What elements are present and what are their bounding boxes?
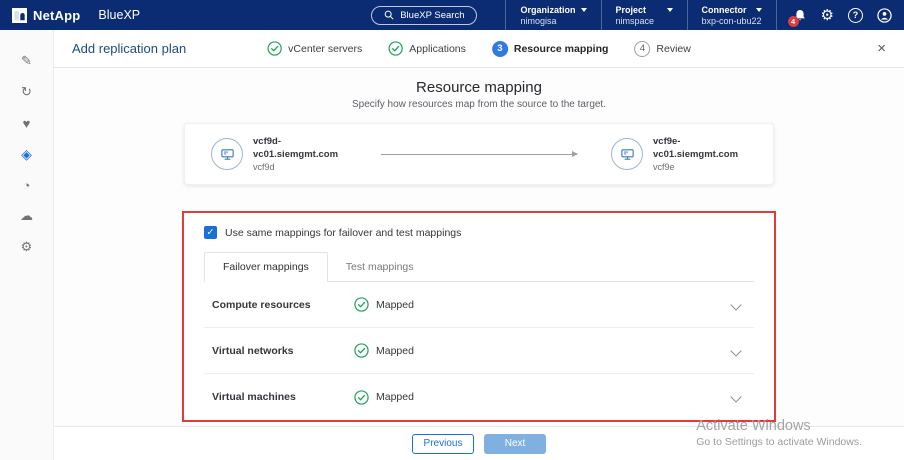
same-mappings-checkbox[interactable]: ✓	[204, 226, 217, 239]
main-area: Add replication plan vCenter servers App…	[54, 30, 904, 460]
mappings-tabs: Failover mappings Test mappings	[204, 252, 754, 282]
row-compute-resources[interactable]: Compute resources Mapped	[204, 282, 754, 328]
wizard-content: Resource mapping Specify how resources m…	[54, 68, 904, 426]
step-label: vCenter servers	[288, 43, 362, 55]
same-mappings-label: Use same mappings for failover and test …	[225, 227, 461, 239]
row-status: Mapped	[354, 343, 414, 358]
status-text: Mapped	[376, 299, 414, 311]
netapp-logo-icon	[12, 8, 27, 23]
project-value: nimspace	[616, 16, 673, 26]
organization-label: Organization	[520, 5, 575, 15]
tab-failover-mappings[interactable]: Failover mappings	[204, 252, 328, 282]
user-avatar-icon[interactable]	[877, 8, 892, 23]
next-button[interactable]: Next	[484, 434, 546, 454]
step-vcenter-servers[interactable]: vCenter servers	[267, 41, 362, 56]
step-complete-icon	[388, 41, 403, 56]
target-sub: vcf9e	[653, 162, 747, 172]
mapped-check-icon	[354, 343, 369, 358]
mappings-panel: ✓ Use same mappings for failover and tes…	[182, 211, 776, 422]
step-complete-icon	[267, 41, 282, 56]
notifications-button[interactable]: 4	[793, 8, 807, 23]
row-virtual-machines[interactable]: Virtual machines Mapped	[204, 374, 754, 420]
chevron-down-icon	[581, 8, 587, 12]
bluexp-search[interactable]: BlueXP Search	[371, 6, 477, 25]
protection-icon[interactable]: ◈	[18, 145, 36, 163]
row-label: Virtual networks	[212, 345, 354, 357]
row-status: Mapped	[354, 390, 414, 405]
target-name: vcf9e-vc01.siemgmt.com	[653, 136, 747, 161]
right-arrow-icon	[381, 154, 577, 155]
step-applications[interactable]: Applications	[388, 41, 466, 56]
step-number-icon: 4	[634, 41, 650, 57]
brand: NetApp BlueXP	[12, 8, 140, 23]
step-label: Review	[656, 43, 690, 55]
search-label: BlueXP Search	[400, 10, 464, 21]
settings-icon[interactable]: ⚙	[18, 238, 36, 256]
mapped-check-icon	[354, 297, 369, 312]
top-icons: 4 ⚙ ?	[793, 8, 892, 23]
step-label: Resource mapping	[514, 43, 609, 55]
previous-button[interactable]: Previous	[412, 434, 474, 454]
same-mappings-row: ✓ Use same mappings for failover and tes…	[204, 226, 754, 239]
timeline-icon[interactable]: ◔	[18, 176, 36, 194]
project-label: Project	[616, 5, 647, 15]
help-icon[interactable]: ?	[848, 8, 863, 23]
settings-gear-icon[interactable]: ⚙	[821, 8, 834, 23]
source-sub: vcf9d	[253, 162, 347, 172]
wizard-stepper: vCenter servers Applications 3 Resource …	[267, 41, 691, 57]
organization-value: nimogisa	[520, 16, 586, 26]
step-review[interactable]: 4 Review	[634, 41, 690, 57]
chevron-down-icon	[667, 8, 673, 12]
chevron-down-icon[interactable]	[730, 391, 741, 402]
project-selector[interactable]: Project nimspace	[601, 0, 687, 30]
health-icon[interactable]: ♥	[18, 114, 36, 132]
row-virtual-networks[interactable]: Virtual networks Mapped	[204, 328, 754, 374]
brand-product: BlueXP	[98, 8, 140, 22]
status-text: Mapped	[376, 345, 414, 357]
mapped-check-icon	[354, 390, 369, 405]
step-number-icon: 3	[492, 41, 508, 57]
status-text: Mapped	[376, 391, 414, 403]
organization-selector[interactable]: Organization nimogisa	[505, 0, 600, 30]
chevron-down-icon[interactable]	[730, 345, 741, 356]
source-endpoint: vcf9d-vc01.siemgmt.com vcf9d	[211, 136, 347, 172]
connector-label: Connector	[702, 5, 747, 15]
source-target-card: vcf9d-vc01.siemgmt.com vcf9d vcf9e-vc01.…	[184, 123, 774, 185]
row-label: Virtual machines	[212, 391, 354, 403]
left-nav-sidebar: ✎ ↻ ♥ ◈ ◔ ☁ ⚙	[0, 30, 54, 460]
chevron-down-icon[interactable]	[730, 299, 741, 310]
connector-value: bxp-con-ubu22	[702, 16, 762, 26]
chevron-down-icon	[756, 8, 762, 12]
cloud-icon[interactable]: ☁	[18, 207, 36, 225]
top-bar: NetApp BlueXP BlueXP Search Organization…	[0, 0, 904, 30]
target-endpoint: vcf9e-vc01.siemgmt.com vcf9e	[611, 136, 747, 172]
page-subtitle: Specify how resources map from the sourc…	[54, 99, 904, 110]
page-title: Resource mapping	[54, 79, 904, 96]
step-label: Applications	[409, 43, 466, 55]
edit-icon[interactable]: ✎	[18, 52, 36, 70]
context-selectors: Organization nimogisa Project nimspace C…	[505, 0, 776, 30]
row-status: Mapped	[354, 297, 414, 312]
wizard-footer: Previous Next	[54, 426, 904, 460]
wizard-title: Add replication plan	[72, 41, 186, 56]
vcenter-server-icon	[611, 138, 643, 170]
mapping-arrow	[347, 154, 611, 155]
wizard-header: Add replication plan vCenter servers App…	[54, 30, 904, 68]
notification-badge: 4	[788, 16, 799, 27]
vcenter-server-icon	[211, 138, 243, 170]
sync-icon[interactable]: ↻	[18, 83, 36, 101]
row-label: Compute resources	[212, 299, 354, 311]
brand-company: NetApp	[33, 8, 80, 23]
connector-selector[interactable]: Connector bxp-con-ubu22	[687, 0, 777, 30]
search-icon	[384, 10, 394, 20]
step-resource-mapping[interactable]: 3 Resource mapping	[492, 41, 609, 57]
tab-test-mappings[interactable]: Test mappings	[328, 253, 432, 281]
close-icon[interactable]: ×	[877, 41, 886, 56]
source-name: vcf9d-vc01.siemgmt.com	[253, 136, 347, 161]
